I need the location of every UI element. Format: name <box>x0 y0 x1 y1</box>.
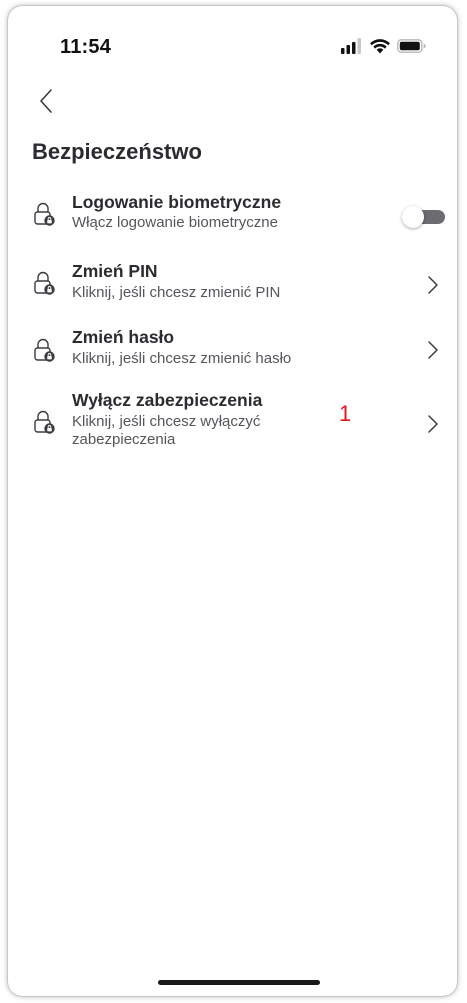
lock-icon <box>34 410 55 434</box>
change-pin-title: Zmień PIN <box>72 261 158 281</box>
toggle-knob <box>402 206 424 228</box>
chevron-right-icon <box>428 415 438 433</box>
annotation-marker: 1 <box>339 401 352 426</box>
home-indicator[interactable] <box>158 980 320 985</box>
page-title: Bezpieczeństwo <box>32 139 202 164</box>
status-bar: 11:54 <box>8 6 457 70</box>
back-button[interactable] <box>32 80 62 120</box>
disable-security-subtitle: Kliknij, jeśli chcesz wyłączyć zabezpiec… <box>72 413 261 448</box>
biometric-login-row[interactable]: Logowanie biometryczne Włącz logowanie b… <box>8 186 457 246</box>
change-pin-subtitle: Kliknij, jeśli chcesz zmienić PIN <box>72 284 281 301</box>
change-password-subtitle: Kliknij, jeśli chcesz zmienić hasło <box>72 350 292 367</box>
battery-icon <box>397 38 427 59</box>
status-time: 11:54 <box>60 36 112 58</box>
change-password-row[interactable]: Zmień hasło Kliknij, jeśli chcesz zmieni… <box>8 320 457 380</box>
wifi-icon <box>369 38 391 59</box>
lock-icon <box>34 202 55 226</box>
status-icons <box>341 38 431 58</box>
disable-security-row[interactable]: Wyłącz zabezpieczenia Kliknij, jeśli chc… <box>8 384 457 462</box>
lock-icon <box>34 271 55 295</box>
change-password-title: Zmień hasło <box>72 327 175 347</box>
chevron-right-icon <box>428 276 438 294</box>
biometric-login-subtitle: Włącz logowanie biometryczne <box>72 214 278 231</box>
disable-security-title: Wyłącz zabezpieczenia <box>72 390 263 410</box>
biometric-login-title: Logowanie biometryczne <box>72 192 282 212</box>
chevron-left-icon <box>40 89 52 113</box>
biometric-login-toggle[interactable] <box>402 206 446 228</box>
phone-screen: 11:54 Bezpieczeństwo Logowanie biometryc… <box>8 6 457 996</box>
cellular-signal-icon <box>341 38 363 59</box>
lock-icon <box>34 338 55 362</box>
change-pin-row[interactable]: Zmień PIN Kliknij, jeśli chcesz zmienić … <box>8 254 457 314</box>
chevron-right-icon <box>428 341 438 359</box>
